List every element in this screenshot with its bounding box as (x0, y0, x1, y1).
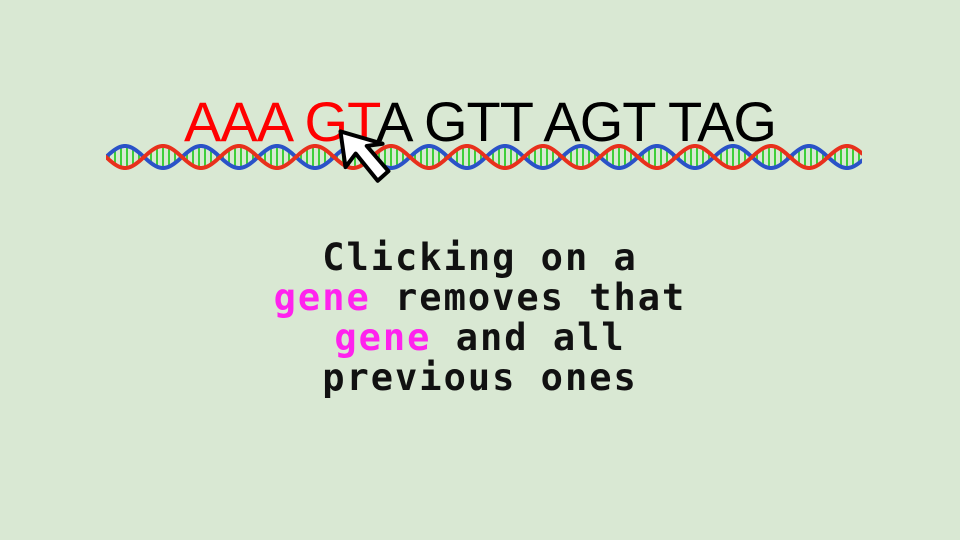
keyword-gene: gene (334, 316, 432, 359)
instruction-text: and all (431, 316, 626, 359)
instructions-text: Clicking on a gene removes that gene and… (0, 238, 960, 398)
instruction-line-3: gene and all (0, 318, 960, 358)
keyword-gene: gene (273, 276, 371, 319)
instruction-line-4: previous ones (322, 356, 638, 399)
instruction-text: removes that (370, 276, 687, 319)
instruction-line-1: Clicking on a (322, 236, 638, 279)
mouse-pointer-icon (338, 129, 391, 183)
dna-strand-red (106, 144, 862, 170)
instruction-line-2: gene removes that (0, 278, 960, 318)
dna-helix-icon (106, 144, 862, 170)
